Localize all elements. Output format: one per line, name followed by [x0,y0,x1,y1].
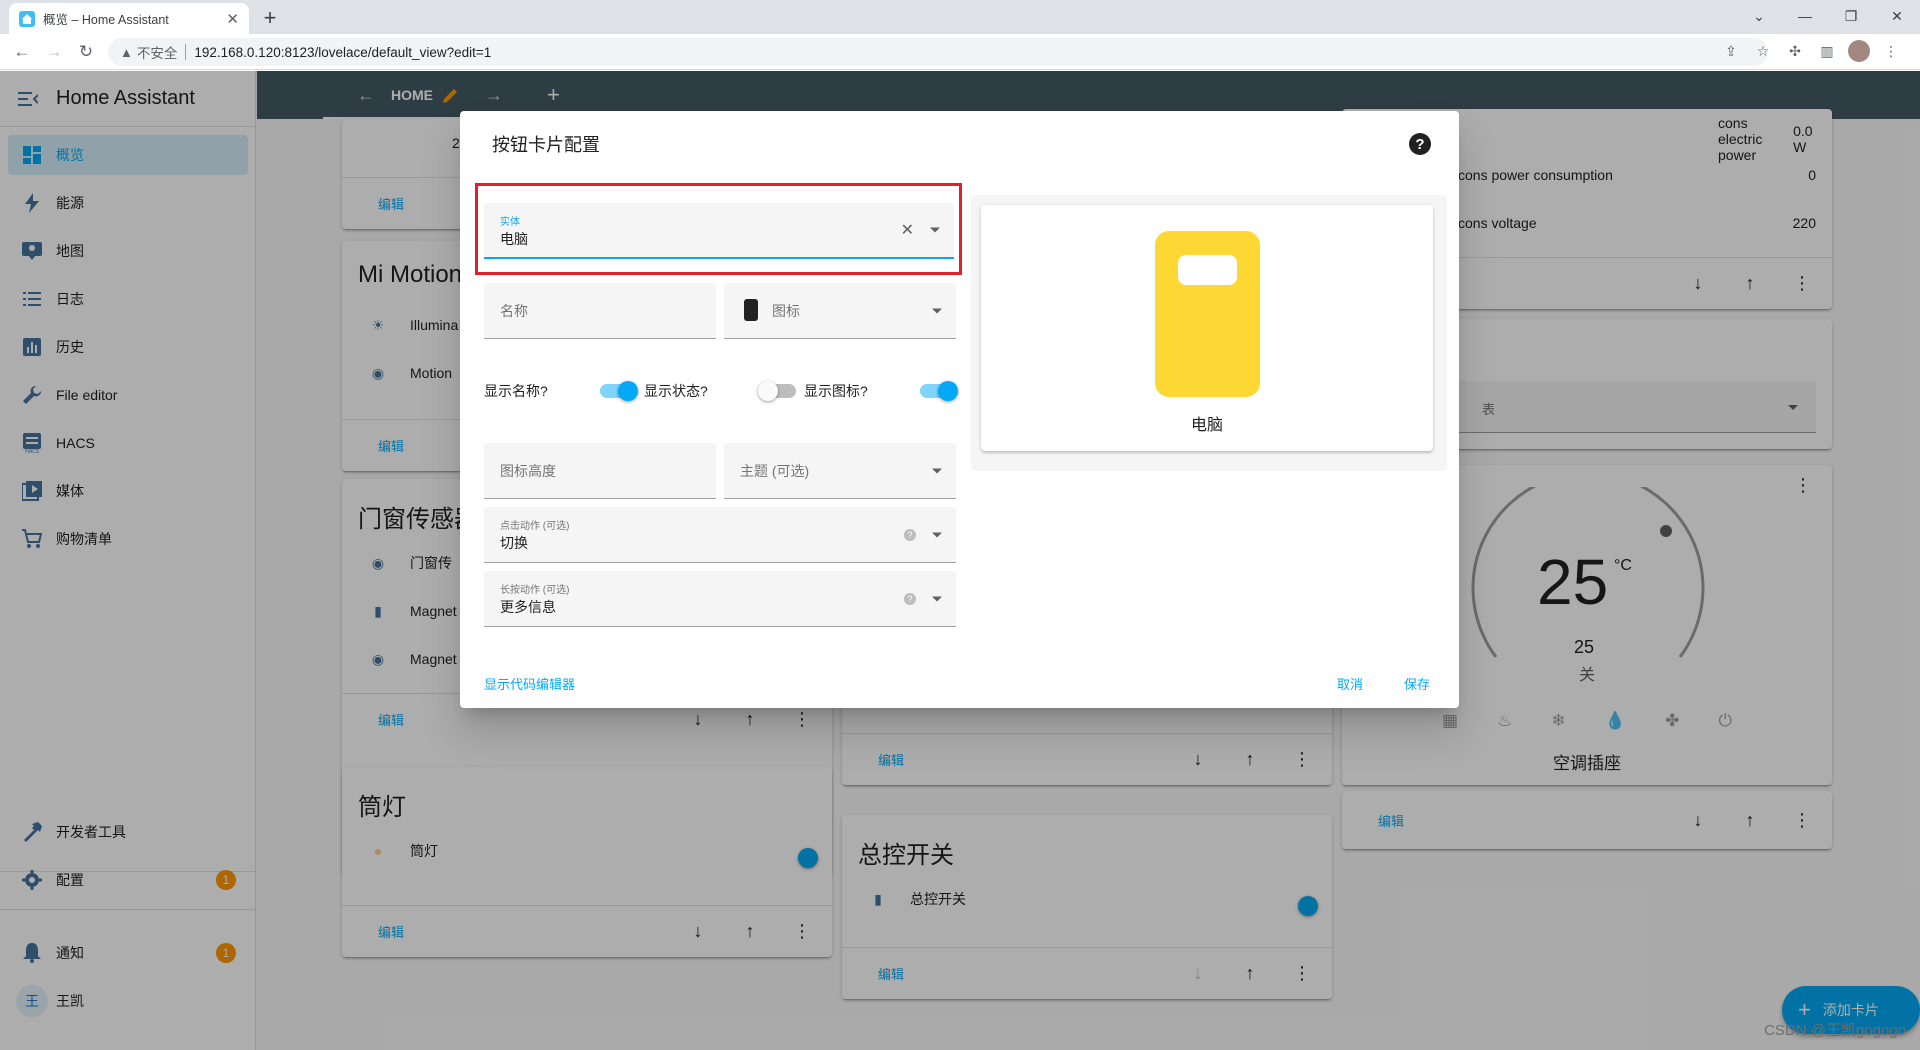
theme-picker[interactable]: 主题 (可选) [724,443,956,499]
save-button[interactable]: 保存 [1404,674,1430,693]
side-panel-icon[interactable]: ▥ [1816,40,1838,62]
browser-toolbar: ← → ↻ ▲ 不安全 192.168.0.120:8123/lovelace/… [0,34,1920,70]
tab-search-icon[interactable]: ⌄ [1736,4,1782,28]
name-placeholder: 名称 [500,303,528,319]
hold-action-value: 更多信息 [500,599,556,615]
dropdown-arrow-icon[interactable] [930,227,940,233]
computer-icon [1155,231,1260,397]
show-state-switch[interactable] [758,381,796,401]
device-icon [744,299,758,321]
tab-close-icon[interactable]: ✕ [226,10,239,28]
help-icon[interactable]: ? [904,528,916,541]
icon-picker[interactable]: 图标 [724,283,956,339]
window-close-icon[interactable]: ✕ [1874,4,1920,28]
tab-title: 概览 – Home Assistant [43,13,169,27]
dialog-title: 按钮卡片配置 [492,135,600,155]
dropdown-arrow-icon[interactable] [932,596,942,601]
icon-height-field[interactable]: 图标高度 [484,443,716,499]
cancel-button[interactable]: 取消 [1337,674,1363,693]
reload-icon[interactable]: ↻ [74,40,98,64]
preview-name: 电脑 [1190,417,1223,434]
watermark: CSDN @王凯gogogo [1764,1022,1906,1039]
warning-icon: ▲ [120,44,133,60]
button-card-preview[interactable]: 电脑 [981,205,1433,451]
dropdown-arrow-icon[interactable] [932,468,942,473]
back-icon[interactable]: ← [10,40,34,64]
new-tab-button[interactable]: + [258,5,282,31]
minimize-icon[interactable]: — [1782,4,1828,28]
forward-icon[interactable]: → [42,40,66,64]
entity-picker[interactable]: 实体 电脑 ✕ [484,203,954,259]
icon-height-placeholder: 图标高度 [500,463,556,479]
browser-actions: ⇪ ☆ ✣ ▥ ⋮ [1720,40,1902,62]
icon-placeholder: 图标 [772,303,800,319]
clear-icon[interactable]: ✕ [901,220,914,240]
button-card-config-dialog: 按钮卡片配置 ? 实体 电脑 ✕ 名称 图标 显示名称? 显示状态? 显示图标?… [460,111,1459,708]
window-controls: ⌄ — ❐ ✕ [1736,4,1920,28]
share-icon[interactable]: ⇪ [1720,40,1742,62]
help-icon[interactable]: ? [904,592,916,605]
entity-label: 实体 [500,217,520,228]
profile-avatar[interactable] [1848,40,1870,62]
tap-action-value: 切换 [500,535,528,551]
hold-action-select[interactable]: 长按动作 (可选) 更多信息 ? [484,571,956,627]
help-icon[interactable]: ? [1409,133,1431,155]
address-bar[interactable]: ▲ 不安全 192.168.0.120:8123/lovelace/defaul… [108,38,1768,66]
show-code-editor-button[interactable]: 显示代码编辑器 [484,674,575,693]
insecure-label: 不安全 [136,46,178,61]
show-name-label: 显示名称? [484,383,548,399]
entity-value: 电脑 [500,231,528,247]
browser-tab[interactable]: 概览 – Home Assistant ✕ [9,3,249,34]
name-field[interactable]: 名称 [484,283,716,339]
show-state-label: 显示状态? [644,383,708,399]
show-icon-switch[interactable] [920,381,958,401]
url-separator [185,44,187,60]
bookmark-star-icon[interactable]: ☆ [1752,40,1774,62]
card-preview-area: 电脑 [971,195,1447,471]
theme-placeholder: 主题 (可选) [740,463,810,479]
extensions-icon[interactable]: ✣ [1784,40,1806,62]
dropdown-arrow-icon[interactable] [932,532,942,537]
show-icon-label: 显示图标? [804,383,868,399]
browser-menu-icon[interactable]: ⋮ [1880,40,1902,62]
dropdown-arrow-icon[interactable] [932,308,942,313]
show-name-switch[interactable] [600,381,638,401]
restore-icon[interactable]: ❐ [1828,4,1874,28]
tap-action-label: 点击动作 (可选) [500,521,570,532]
url-text: 192.168.0.120:8123/lovelace/default_view… [194,44,492,60]
browser-tabbar: 概览 – Home Assistant ✕ + ⌄ — ❐ ✕ [0,0,1920,34]
hold-action-label: 长按动作 (可选) [500,585,570,596]
home-assistant-favicon-icon [19,10,35,27]
tap-action-select[interactable]: 点击动作 (可选) 切换 ? [484,507,956,563]
